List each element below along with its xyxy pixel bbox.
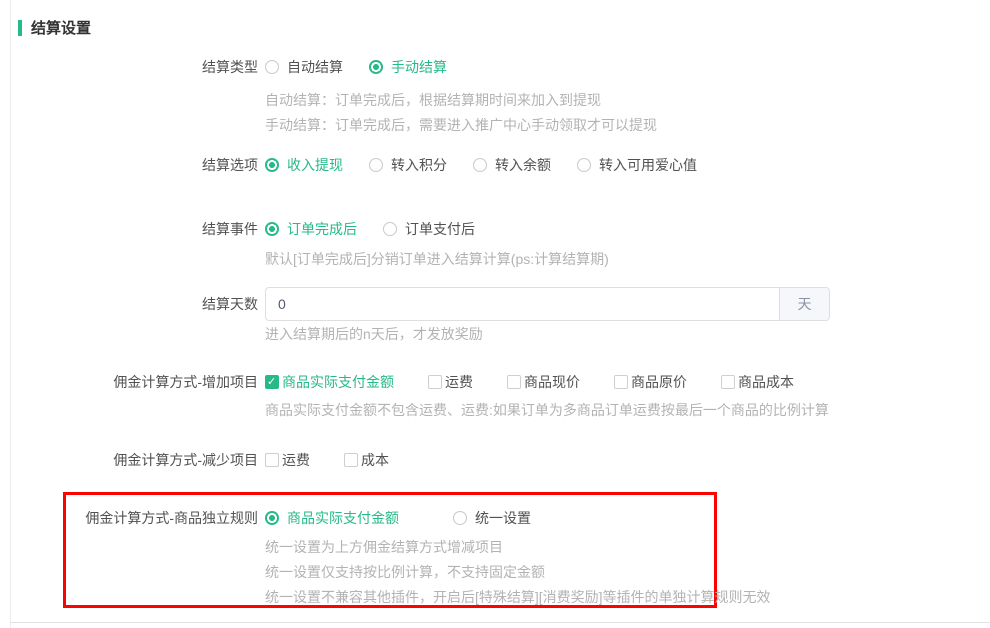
radio-label: 手动结算	[391, 57, 447, 77]
radio-unified-setting[interactable]: 统一设置	[453, 508, 531, 528]
settle-type-helper-2: 手动结算：订单完成后，需要进入推广中心手动领取才可以提现	[265, 113, 657, 138]
commission-product-rule-row: 佣金计算方式-商品独立规则 商品实际支付金额 统一设置	[66, 508, 531, 528]
settle-event-label: 结算事件	[0, 219, 258, 239]
highlight-annotation-box: 佣金计算方式-商品独立规则 商品实际支付金额 统一设置 统一设置为上方佣金结算方…	[63, 492, 717, 608]
radio-circle-icon	[265, 222, 279, 236]
checkbox-original-price[interactable]: 商品原价	[614, 372, 687, 392]
settle-event-helper: 默认[订单完成后]分销订单进入结算计算(ps:计算结算期)	[265, 247, 609, 272]
settle-days-helper: 进入结算期后的n天后，才发放奖励	[265, 322, 483, 347]
section-title-text: 结算设置	[31, 17, 91, 38]
checkbox-label: 商品实际支付金额	[282, 372, 394, 392]
product-rule-helper-3: 统一设置不兼容其他插件，开启后[特殊结算][消费奖励]等插件的单独计算规则无效	[265, 585, 771, 610]
radio-circle-icon	[453, 511, 467, 525]
radio-order-completed[interactable]: 订单完成后	[265, 219, 357, 239]
radio-label: 转入可用爱心值	[599, 155, 697, 175]
checkbox-cost-minus[interactable]: 成本	[344, 450, 389, 470]
checkbox-label: 成本	[361, 450, 389, 470]
checkbox-label: 运费	[282, 450, 310, 470]
radio-circle-icon	[577, 158, 591, 172]
commission-product-rule-label: 佣金计算方式-商品独立规则	[66, 508, 258, 528]
settle-type-helper-1: 自动结算：订单完成后，根据结算期时间来加入到提现	[265, 88, 601, 113]
panel-left-divider	[10, 0, 11, 628]
radio-to-points[interactable]: 转入积分	[369, 155, 447, 175]
settle-option-row: 结算选项 收入提现 转入积分 转入余额 转入可用爱心值	[0, 155, 697, 175]
panel-bottom-divider	[10, 622, 990, 623]
radio-label: 转入积分	[391, 155, 447, 175]
checkbox-freight-minus[interactable]: 运费	[265, 450, 310, 470]
commission-minus-label: 佣金计算方式-减少项目	[0, 450, 258, 470]
settle-days-row: 结算天数	[0, 294, 258, 314]
checkbox-icon	[721, 375, 735, 389]
checkbox-icon	[344, 453, 358, 467]
checkbox-check-icon	[265, 375, 279, 389]
checkbox-label: 商品原价	[631, 372, 687, 392]
checkbox-label: 商品现价	[524, 372, 580, 392]
commission-add-label: 佣金计算方式-增加项目	[0, 372, 258, 392]
radio-manual-settle[interactable]: 手动结算	[369, 57, 447, 77]
radio-circle-icon	[369, 60, 383, 74]
settle-days-label: 结算天数	[0, 294, 258, 314]
radio-product-actual-pay[interactable]: 商品实际支付金额	[265, 508, 399, 528]
checkbox-current-price[interactable]: 商品现价	[507, 372, 580, 392]
radio-label: 商品实际支付金额	[287, 508, 399, 528]
radio-income-withdraw[interactable]: 收入提现	[265, 155, 343, 175]
settle-type-row: 结算类型 自动结算 手动结算	[0, 57, 447, 77]
settle-days-unit: 天	[779, 288, 829, 320]
settle-type-label: 结算类型	[0, 57, 258, 77]
commission-add-row: 佣金计算方式-增加项目 商品实际支付金额 运费 商品现价 商品原价 商品成本	[0, 372, 794, 392]
checkbox-actual-pay-amount[interactable]: 商品实际支付金额	[265, 372, 394, 392]
checkbox-freight-add[interactable]: 运费	[428, 372, 473, 392]
settle-option-label: 结算选项	[0, 155, 258, 175]
settle-event-row: 结算事件 订单完成后 订单支付后	[0, 219, 475, 239]
checkbox-label: 商品成本	[738, 372, 794, 392]
radio-label: 统一设置	[475, 508, 531, 528]
radio-label: 自动结算	[287, 57, 343, 77]
checkbox-label: 运费	[445, 372, 473, 392]
radio-circle-icon	[265, 60, 279, 74]
product-rule-helper-1: 统一设置为上方佣金结算方式增减项目	[265, 535, 503, 560]
section-accent-bar	[18, 20, 22, 36]
radio-to-balance[interactable]: 转入余额	[473, 155, 551, 175]
section-title: 结算设置	[18, 17, 91, 38]
radio-circle-icon	[369, 158, 383, 172]
radio-circle-icon	[265, 511, 279, 525]
radio-circle-icon	[265, 158, 279, 172]
radio-label: 订单完成后	[287, 219, 357, 239]
radio-circle-icon	[383, 222, 397, 236]
checkbox-icon	[428, 375, 442, 389]
product-rule-helper-2: 统一设置仅支持按比例计算，不支持固定金额	[265, 560, 545, 585]
radio-to-love-value[interactable]: 转入可用爱心值	[577, 155, 697, 175]
commission-minus-row: 佣金计算方式-减少项目 运费 成本	[0, 450, 389, 470]
radio-circle-icon	[473, 158, 487, 172]
radio-label: 转入余额	[495, 155, 551, 175]
checkbox-icon	[507, 375, 521, 389]
checkbox-icon	[265, 453, 279, 467]
radio-order-paid[interactable]: 订单支付后	[383, 219, 475, 239]
radio-label: 收入提现	[287, 155, 343, 175]
radio-auto-settle[interactable]: 自动结算	[265, 57, 343, 77]
commission-add-helper: 商品实际支付金额不包含运费、运费:如果订单为多商品订单运费按最后一个商品的比例计…	[265, 398, 829, 423]
checkbox-icon	[614, 375, 628, 389]
settle-days-field: 天	[265, 287, 830, 321]
checkbox-product-cost[interactable]: 商品成本	[721, 372, 794, 392]
settle-days-input[interactable]	[266, 288, 779, 320]
radio-label: 订单支付后	[405, 219, 475, 239]
